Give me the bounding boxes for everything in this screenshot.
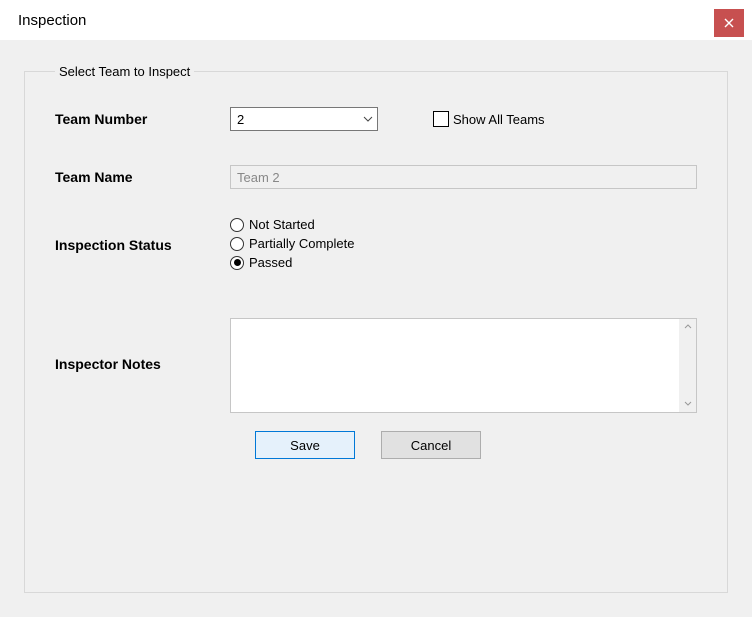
inspector-notes-row: Inspector Notes [55, 318, 697, 413]
button-row: Save Cancel [255, 431, 697, 459]
team-name-value: Team 2 [237, 170, 280, 185]
save-button[interactable]: Save [255, 431, 355, 459]
team-name-label: Team Name [55, 169, 230, 185]
status-option-passed[interactable]: Passed [230, 255, 355, 270]
team-number-row: Team Number 2 Show All Teams [55, 107, 697, 131]
status-option-partially-complete[interactable]: Partially Complete [230, 236, 355, 251]
titlebar: Inspection [0, 0, 752, 40]
group-legend: Select Team to Inspect [55, 64, 194, 79]
team-name-controls: Team 2 [230, 165, 697, 189]
inspector-notes-textarea[interactable] [230, 318, 697, 413]
close-button[interactable] [714, 9, 744, 37]
status-option-not-started[interactable]: Not Started [230, 217, 355, 232]
inspection-status-row: Inspection Status Not Started Partially … [55, 217, 697, 270]
show-all-teams-label: Show All Teams [453, 112, 545, 127]
close-icon [724, 16, 734, 31]
status-radio-group: Not Started Partially Complete Passed [230, 217, 355, 270]
inspection-status-controls: Not Started Partially Complete Passed [230, 217, 697, 270]
content-area: Select Team to Inspect Team Number 2 Sho… [0, 40, 752, 617]
inspection-window: Inspection Select Team to Inspect Team N… [0, 0, 752, 617]
scroll-down-icon [684, 399, 692, 409]
team-number-value: 2 [237, 112, 244, 127]
save-button-label: Save [290, 438, 320, 453]
team-number-label: Team Number [55, 111, 230, 127]
cancel-button-label: Cancel [411, 438, 451, 453]
notes-scrollbar[interactable] [679, 319, 696, 412]
team-name-row: Team Name Team 2 [55, 165, 697, 189]
radio-icon [230, 237, 244, 251]
team-number-combo[interactable]: 2 [230, 107, 378, 131]
team-number-controls: 2 Show All Teams [230, 107, 697, 131]
radio-icon [230, 256, 244, 270]
team-name-field: Team 2 [230, 165, 697, 189]
inspection-status-label: Inspection Status [55, 217, 230, 253]
status-option-label: Partially Complete [249, 236, 355, 251]
checkbox-box [433, 111, 449, 127]
inspector-notes-controls [230, 318, 697, 413]
scroll-up-icon [684, 322, 692, 332]
chevron-down-icon [363, 116, 373, 122]
select-team-group: Select Team to Inspect Team Number 2 Sho… [24, 64, 728, 593]
radio-icon [230, 218, 244, 232]
show-all-teams-checkbox[interactable]: Show All Teams [433, 111, 545, 127]
window-title: Inspection [18, 12, 86, 29]
cancel-button[interactable]: Cancel [381, 431, 481, 459]
status-option-label: Passed [249, 255, 292, 270]
inspector-notes-label: Inspector Notes [55, 318, 230, 372]
status-option-label: Not Started [249, 217, 315, 232]
